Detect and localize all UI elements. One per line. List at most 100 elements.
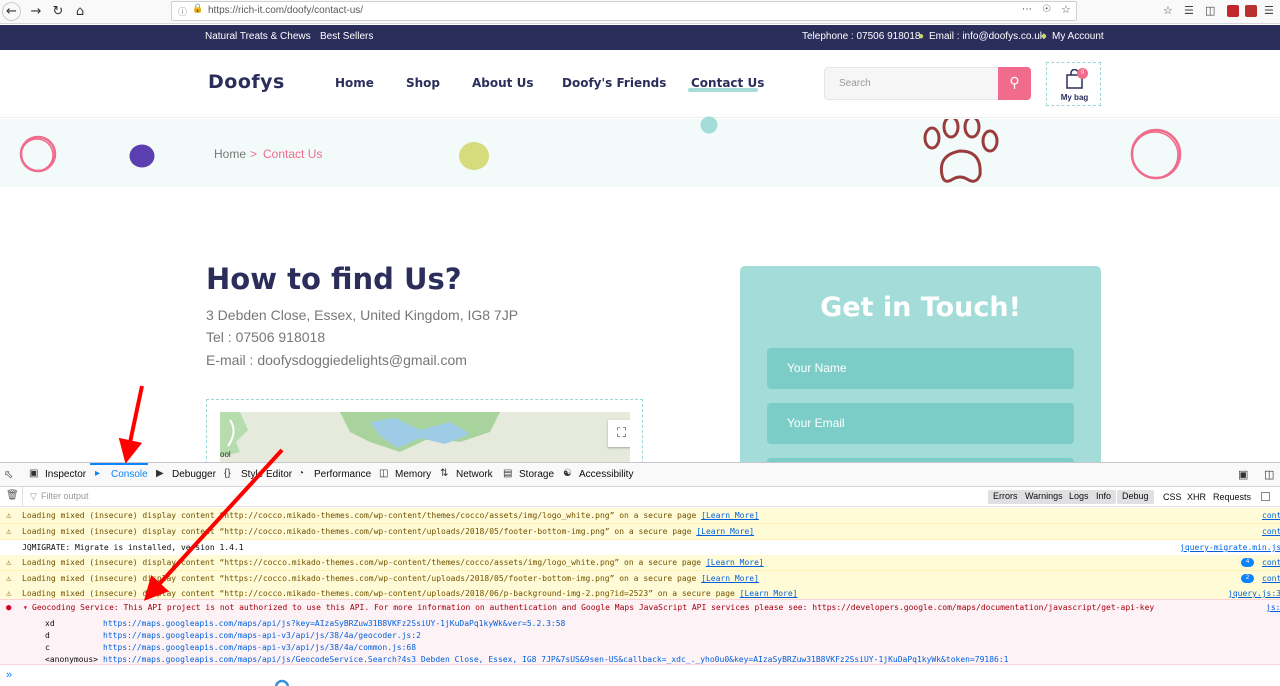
bookmark-star-icon[interactable]: ☆	[1061, 3, 1071, 16]
tab-performance[interactable]: Performance	[314, 469, 371, 480]
persist-logs-checkbox[interactable]	[1261, 492, 1270, 501]
stack-frame-url[interactable]: https://maps.googleapis.com/maps-api-v3/…	[103, 631, 421, 640]
tab-console[interactable]: Console	[111, 469, 148, 480]
tab-accessibility[interactable]: Accessibility	[579, 469, 633, 480]
cart-label: My bag	[1060, 93, 1089, 102]
message-source-link[interactable]: cont	[1262, 574, 1280, 583]
console-warning: ⚠ Loading mixed (insecure) display conte…	[0, 524, 1280, 540]
learn-more-link[interactable]: [Learn More]	[706, 558, 764, 567]
tab-network[interactable]: Network	[456, 469, 493, 480]
url-bar[interactable]: ⓘ 🔒 https://rich-it.com/doofy/contact-us…	[171, 1, 1077, 21]
repeat-count-badge: 2	[1241, 574, 1254, 583]
message-source-link[interactable]: jquery.js:3	[1228, 589, 1280, 598]
pocket-icon[interactable]: ☉	[1042, 4, 1051, 15]
topbar-my-account[interactable]: My Account	[1052, 31, 1104, 42]
filter-requests[interactable]: Requests	[1213, 492, 1251, 502]
map-container: ⛶ ool	[206, 399, 643, 470]
topbar-email[interactable]: Email : info@doofys.co.uk	[929, 31, 1045, 42]
email-field[interactable]: Your Email	[767, 403, 1074, 444]
learn-more-link[interactable]: [Learn More]	[740, 589, 798, 598]
inspector-icon: ▣	[29, 468, 39, 479]
cart-button[interactable]: 0 My bag	[1046, 62, 1101, 106]
extension-icon[interactable]	[1227, 5, 1239, 17]
tab-debugger[interactable]: Debugger	[172, 469, 216, 480]
breadcrumb-home[interactable]: Home	[214, 147, 246, 161]
filter-css[interactable]: CSS	[1163, 492, 1182, 502]
extension-2-icon[interactable]	[1245, 5, 1257, 17]
site-logo[interactable]: Doofys	[208, 71, 285, 93]
split-console-icon[interactable]: ◫	[1264, 468, 1274, 481]
purple-dot-icon	[129, 144, 155, 168]
forward-arrow-icon[interactable]: →	[26, 2, 46, 22]
menu-icon[interactable]: ☰	[1264, 4, 1274, 17]
filter-output-input[interactable]: Filter output	[41, 491, 89, 501]
stack-frame-fn: c	[45, 643, 50, 652]
console-input-prompt[interactable]: »	[6, 669, 12, 681]
nav-doofys-friends[interactable]: Doofy's Friends	[562, 76, 666, 90]
filter-errors[interactable]: Errors	[988, 490, 1023, 504]
info-icon[interactable]: ⓘ	[178, 5, 187, 18]
message-source-link[interactable]: js:	[1266, 603, 1280, 612]
filter-warnings[interactable]: Warnings	[1020, 490, 1068, 504]
star-icon[interactable]: ☆	[1163, 4, 1173, 17]
breadcrumb-separator: >	[250, 147, 258, 161]
console-warning: ⚠ Loading mixed (insecure) display conte…	[0, 555, 1280, 571]
storage-icon: ▤	[503, 468, 513, 479]
lock-icon[interactable]: 🔒	[192, 4, 203, 14]
learn-more-link[interactable]: [Learn More]	[696, 527, 754, 536]
accessibility-icon: ☯	[563, 468, 572, 479]
message-source-link[interactable]: cont	[1262, 558, 1280, 567]
loading-spinner-icon	[274, 679, 290, 686]
message-source-link[interactable]: cont	[1262, 527, 1280, 536]
fullscreen-icon[interactable]: ⛶	[608, 420, 630, 447]
style-editor-icon: {}	[224, 468, 231, 479]
warning-icon: ⚠	[6, 589, 12, 599]
tab-style-editor[interactable]: Style Editor	[241, 469, 292, 480]
warning-icon: ⚠	[6, 511, 12, 521]
filter-logs[interactable]: Logs	[1064, 490, 1094, 504]
nav-about-us[interactable]: About Us	[472, 76, 533, 90]
teal-dot-icon	[700, 116, 718, 134]
learn-more-link[interactable]: [Learn More]	[701, 574, 759, 583]
pink-circle-icon	[19, 135, 57, 173]
message-source-link[interactable]: cont	[1262, 511, 1280, 520]
filter-debug[interactable]: Debug	[1117, 490, 1154, 504]
console-error: ● ▾ Geocoding Service: This API project …	[0, 599, 1280, 665]
tab-inspector[interactable]: Inspector	[45, 469, 86, 480]
toolbar-divider	[22, 487, 23, 507]
topbar-link-treats[interactable]: Natural Treats & Chews	[205, 31, 311, 42]
breadcrumb-current: Contact Us	[263, 147, 323, 161]
stack-frame-url[interactable]: https://maps.googleapis.com/maps/api/js?…	[103, 619, 565, 628]
tab-memory[interactable]: Memory	[395, 469, 431, 480]
stack-frame-url[interactable]: https://maps.googleapis.com/maps/api/js/…	[103, 655, 1008, 664]
page-title: How to find Us?	[206, 262, 462, 296]
topbar-link-bestsellers[interactable]: Best Sellers	[320, 31, 373, 42]
reload-icon[interactable]: ↻	[48, 2, 68, 22]
more-icon[interactable]: ⋯	[1022, 4, 1032, 15]
trash-icon[interactable]: 🗑	[6, 490, 19, 501]
expand-toggle-icon[interactable]: ▾	[23, 603, 28, 612]
back-arrow-icon[interactable]: ←	[2, 2, 21, 21]
dock-icon[interactable]: ▣	[1238, 468, 1248, 481]
filter-info[interactable]: Info	[1091, 490, 1117, 504]
search-input[interactable]: Search	[824, 67, 999, 100]
error-icon: ●	[6, 603, 12, 613]
nav-home[interactable]: Home	[335, 76, 374, 90]
telephone-text: Tel : 07506 918018	[206, 329, 326, 345]
name-field[interactable]: Your Name	[767, 348, 1074, 389]
learn-more-link[interactable]: [Learn More]	[701, 511, 759, 520]
nav-shop[interactable]: Shop	[406, 76, 440, 90]
error-message: Geocoding Service: This API project is n…	[32, 603, 1155, 612]
devtools-panel: ⬁ ▣ Inspector ▸ Console ▶ Debugger {} St…	[0, 462, 1280, 686]
message-source-link[interactable]: jquery-migrate.min.js	[1180, 543, 1280, 552]
sidebar-icon[interactable]: ◫	[1205, 4, 1215, 17]
search-icon[interactable]: ⚲	[998, 67, 1031, 100]
home-icon[interactable]: ⌂	[70, 2, 90, 22]
tab-storage[interactable]: Storage	[519, 469, 554, 480]
stack-frame-url[interactable]: https://maps.googleapis.com/maps-api-v3/…	[103, 643, 416, 652]
element-picker-icon[interactable]: ⬁	[4, 468, 13, 481]
filter-xhr[interactable]: XHR	[1187, 492, 1206, 502]
browser-toolbar: ← → ↻ ⌂ ⓘ 🔒 https://rich-it.com/doofy/co…	[0, 0, 1280, 24]
map-place-label: ool	[220, 450, 231, 459]
library-icon[interactable]: ☰	[1184, 4, 1194, 17]
